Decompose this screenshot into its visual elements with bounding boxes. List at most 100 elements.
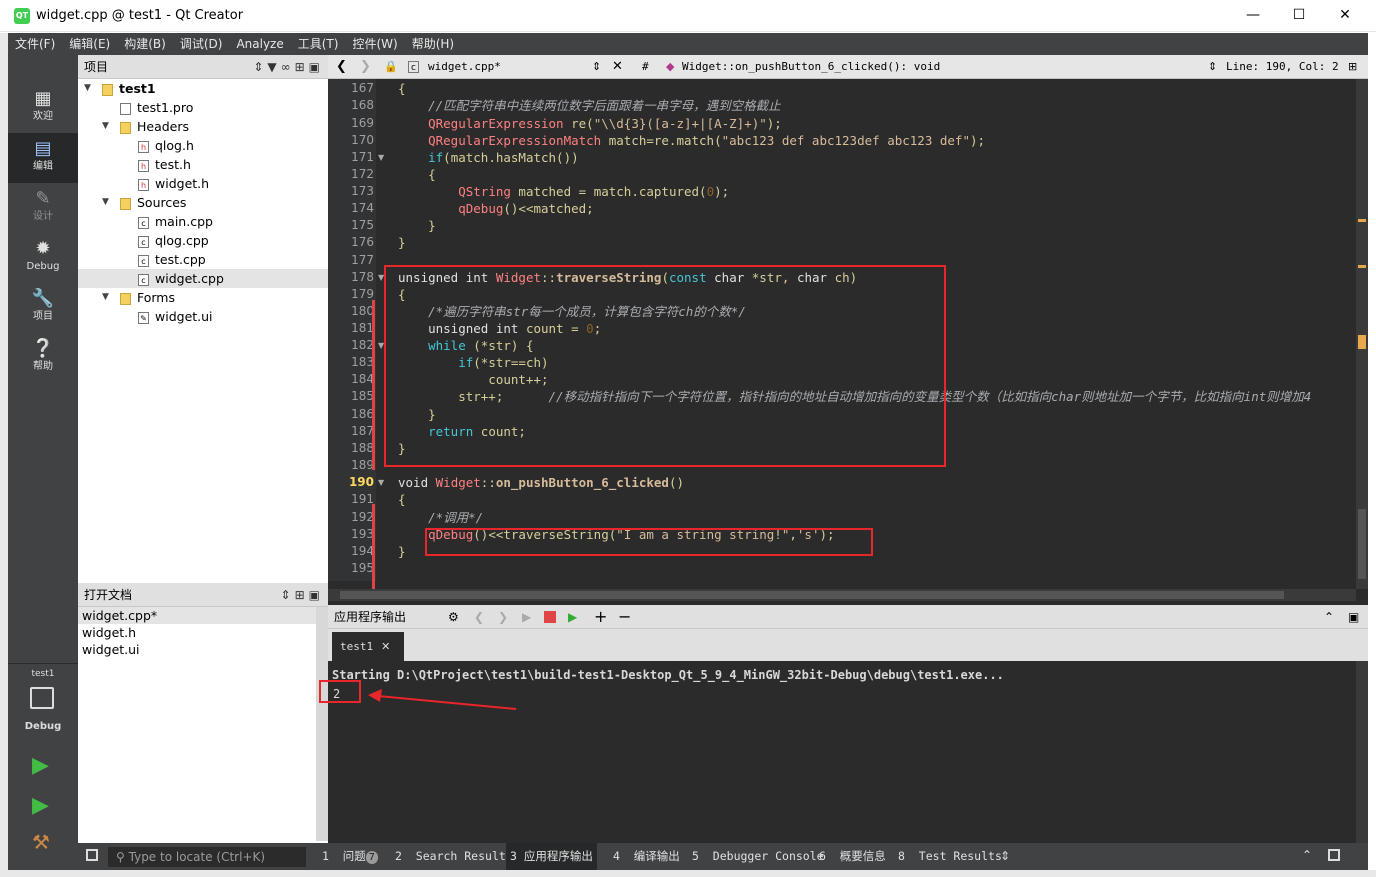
open-doc-item[interactable]: widget.h <box>78 624 328 641</box>
code-line[interactable]: //匹配字符串中连续两位数字后面跟着一串字母，遇到空格截止 <box>398 97 781 114</box>
menu-help[interactable]: 帮助(H) <box>405 33 461 55</box>
tree-item-widget-h[interactable]: h widget.h <box>138 174 209 193</box>
cursor-position[interactable]: Line: 190, Col: 2 <box>1226 55 1339 79</box>
scroll-thumb[interactable] <box>340 591 1284 599</box>
locator-input[interactable]: ⚲ Type to locate (Ctrl+K) <box>108 847 306 867</box>
stop-icon[interactable] <box>544 611 556 623</box>
tree-folder-forms[interactable]: Forms <box>120 288 175 307</box>
symbol-selector[interactable]: Widget::on_pushButton_6_clicked(): void <box>682 55 940 79</box>
tree-item-qlog-cpp[interactable]: c qlog.cpp <box>138 231 209 250</box>
tree-item-widget-cpp[interactable]: c widget.cpp <box>78 269 328 288</box>
minus-icon[interactable]: − <box>618 605 631 629</box>
pane-search-results[interactable]: 2 Search Results <box>395 843 513 870</box>
tree-item-qlog-h[interactable]: h qlog.h <box>138 136 194 155</box>
title-bar: QT widget.cpp @ test1 - Qt Creator — ☐ ✕ <box>0 0 1376 32</box>
run-icon[interactable]: ▶ <box>522 605 531 629</box>
code-line[interactable]: { <box>398 80 406 97</box>
fold-icon[interactable]: ▼ <box>378 153 384 162</box>
next-icon[interactable]: ❯ <box>498 605 508 629</box>
debug-run-icon[interactable]: ▶ <box>32 793 49 818</box>
code-line[interactable]: { <box>398 166 436 183</box>
minimize-button[interactable]: — <box>1230 0 1276 30</box>
close-button[interactable]: ✕ <box>1322 0 1368 30</box>
run-icon[interactable]: ▶ <box>32 753 49 778</box>
debug-run-icon[interactable]: ▶ <box>568 605 577 629</box>
close-tab-icon[interactable]: ✕ <box>381 640 390 653</box>
mode-debug[interactable]: ✹ Debug <box>8 233 78 283</box>
split-icon[interactable]: ⊞ <box>1348 55 1357 79</box>
menu-tools[interactable]: 工具(T) <box>291 33 346 55</box>
menu-controls[interactable]: 控件(W) <box>345 33 404 55</box>
attach-icon[interactable]: ⚙ <box>448 605 459 629</box>
fold-icon[interactable]: ▼ <box>378 478 384 487</box>
maximize-button[interactable]: ☐ <box>1276 0 1322 30</box>
output-tab-test1[interactable]: test1 ✕ <box>332 632 404 661</box>
maximize-panel-icon[interactable]: ⌃ <box>1324 605 1334 629</box>
scrollbar[interactable] <box>316 607 328 841</box>
code-line[interactable]: /*调用*/ <box>398 509 483 526</box>
build-hammer-icon[interactable]: ⚒ <box>32 830 50 854</box>
symbol-dropdown-icon[interactable]: ⇕ <box>1208 55 1217 79</box>
tree-item-main-cpp[interactable]: c main.cpp <box>138 212 213 231</box>
pane-test-results[interactable]: 8 Test Results <box>898 843 1002 870</box>
code-line[interactable]: } <box>398 234 406 251</box>
code-line[interactable]: } <box>398 543 406 560</box>
panel-tools[interactable]: ⇕▼∞⊞▣ <box>253 55 324 79</box>
monitor-icon[interactable] <box>30 687 54 709</box>
toggle-right-sidebar-icon[interactable] <box>1328 849 1340 861</box>
open-doc-item[interactable]: widget.ui <box>78 641 328 658</box>
plus-icon[interactable]: + <box>594 605 607 629</box>
menu-file[interactable]: 文件(F) <box>8 33 62 55</box>
code-line[interactable]: void Widget::on_pushButton_6_clicked() <box>398 474 684 491</box>
code-line[interactable]: } <box>398 217 436 234</box>
tree-root[interactable]: test1 <box>102 79 156 98</box>
mode-help[interactable]: ❔ 帮助 <box>8 333 78 383</box>
tree-folder-sources[interactable]: Sources <box>120 193 186 212</box>
back-icon[interactable]: ❮ <box>336 55 347 79</box>
scroll-thumb[interactable] <box>1358 509 1366 579</box>
pane-debugger-console[interactable]: 5 Debugger Console <box>692 843 824 870</box>
editor-toolbar: ❮ ❯ 🔒 c widget.cpp* ⇕ ✕ # ◆ Widget::on_p… <box>328 55 1368 79</box>
tree-item-widget-ui[interactable]: ✎ widget.ui <box>138 307 213 326</box>
editor-vertical-scrollbar[interactable] <box>1356 79 1368 589</box>
menu-analyze[interactable]: Analyze <box>229 33 290 55</box>
panel-tools[interactable]: ⇕⊞▣ <box>281 583 324 607</box>
code-line[interactable]: QRegularExpressionMatch match=re.match("… <box>398 132 985 149</box>
mode-edit[interactable]: ▤ 编辑 <box>8 133 78 183</box>
code-line[interactable]: QString matched = match.captured(0); <box>398 183 729 200</box>
expand-icon[interactable]: ▼ <box>102 121 109 131</box>
file-dropdown-icon[interactable]: ⇕ <box>592 55 601 79</box>
menu-debug[interactable]: 调试(D) <box>173 33 230 55</box>
editor-file-name[interactable]: widget.cpp* <box>428 55 501 79</box>
tree-item-test-h[interactable]: h test.h <box>138 155 191 174</box>
close-panel-icon[interactable]: ▣ <box>1348 605 1359 629</box>
forward-icon[interactable]: ❯ <box>360 55 371 79</box>
menu-build[interactable]: 构建(B) <box>117 33 173 55</box>
tree-item-test-cpp[interactable]: c test.cpp <box>138 250 206 269</box>
open-doc-item[interactable]: widget.cpp* <box>78 607 328 624</box>
expand-icon[interactable]: ▼ <box>102 197 109 207</box>
mode-projects[interactable]: 🔧 项目 <box>8 283 78 333</box>
code-line[interactable]: QRegularExpression re("\\d{3}([a-z]+|[A-… <box>398 115 782 132</box>
expand-icon[interactable]: ▼ <box>102 292 109 302</box>
mode-design[interactable]: ✎ 设计 <box>8 183 78 233</box>
more-panes-icon[interactable]: ⇕ <box>1000 849 1010 863</box>
code-line[interactable]: { <box>398 491 406 508</box>
output-scrollbar[interactable] <box>1356 661 1368 843</box>
pane-application-output[interactable]: 3 应用程序输出 <box>506 843 597 870</box>
pane-compile-output[interactable]: 4 编译输出 <box>613 843 680 870</box>
tree-folder-headers[interactable]: Headers <box>120 117 189 136</box>
close-document-icon[interactable]: ✕ <box>612 55 623 79</box>
prev-icon[interactable]: ❮ <box>474 605 484 629</box>
expand-icon[interactable]: ▼ <box>84 83 91 93</box>
editor-horizontal-scrollbar[interactable] <box>328 589 1356 601</box>
toggle-sidebar-icon[interactable] <box>86 849 98 861</box>
code-line[interactable]: qDebug()<<matched; <box>398 200 593 217</box>
menu-edit[interactable]: 编辑(E) <box>62 33 117 55</box>
maximize-output-icon[interactable]: ⌃ <box>1302 848 1312 862</box>
pane-issues[interactable]: 1 问题 7 <box>322 843 378 870</box>
mode-welcome[interactable]: ▦ 欢迎 <box>8 83 78 133</box>
pane-general-messages[interactable]: 6 概要信息 <box>819 843 886 870</box>
tree-item-pro[interactable]: test1.pro <box>120 98 193 117</box>
code-line[interactable]: if(match.hasMatch()) <box>398 149 579 166</box>
